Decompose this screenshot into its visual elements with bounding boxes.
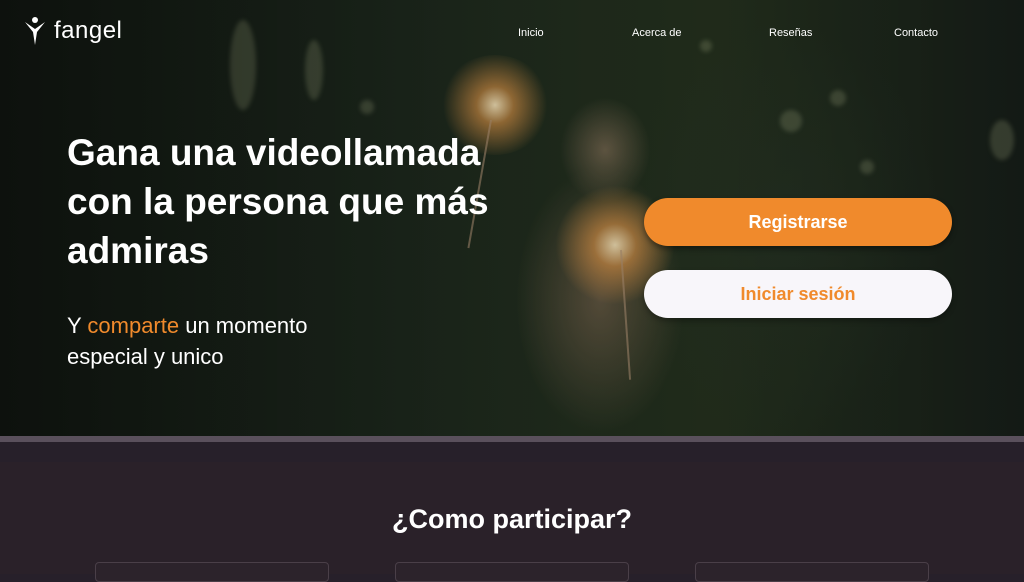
hero-subline: Y comparte un momento especial y unico xyxy=(67,310,387,372)
hero-headline: Gana una videollamada con la persona que… xyxy=(67,132,489,271)
nav-link-resenas[interactable]: Reseñas xyxy=(769,27,812,39)
step-card xyxy=(95,562,329,582)
hero-divider xyxy=(0,436,1024,442)
register-button[interactable]: Registrarse xyxy=(644,198,952,246)
nav-link-inicio[interactable]: Inicio xyxy=(518,27,544,39)
nav-link-contacto[interactable]: Contacto xyxy=(894,27,938,39)
brand-name: fangel xyxy=(54,17,123,44)
section-title: ¿Como participar? xyxy=(391,504,633,534)
step-card xyxy=(695,562,929,582)
subline-prefix: Y xyxy=(67,313,88,338)
brand-logo[interactable]: fangel xyxy=(24,16,122,46)
step-card xyxy=(395,562,629,582)
subline-accent: comparte xyxy=(87,313,180,338)
person-logo-icon xyxy=(25,17,45,45)
login-button[interactable]: Iniciar sesión xyxy=(644,270,952,318)
nav-link-acerca[interactable]: Acerca de xyxy=(632,27,682,39)
